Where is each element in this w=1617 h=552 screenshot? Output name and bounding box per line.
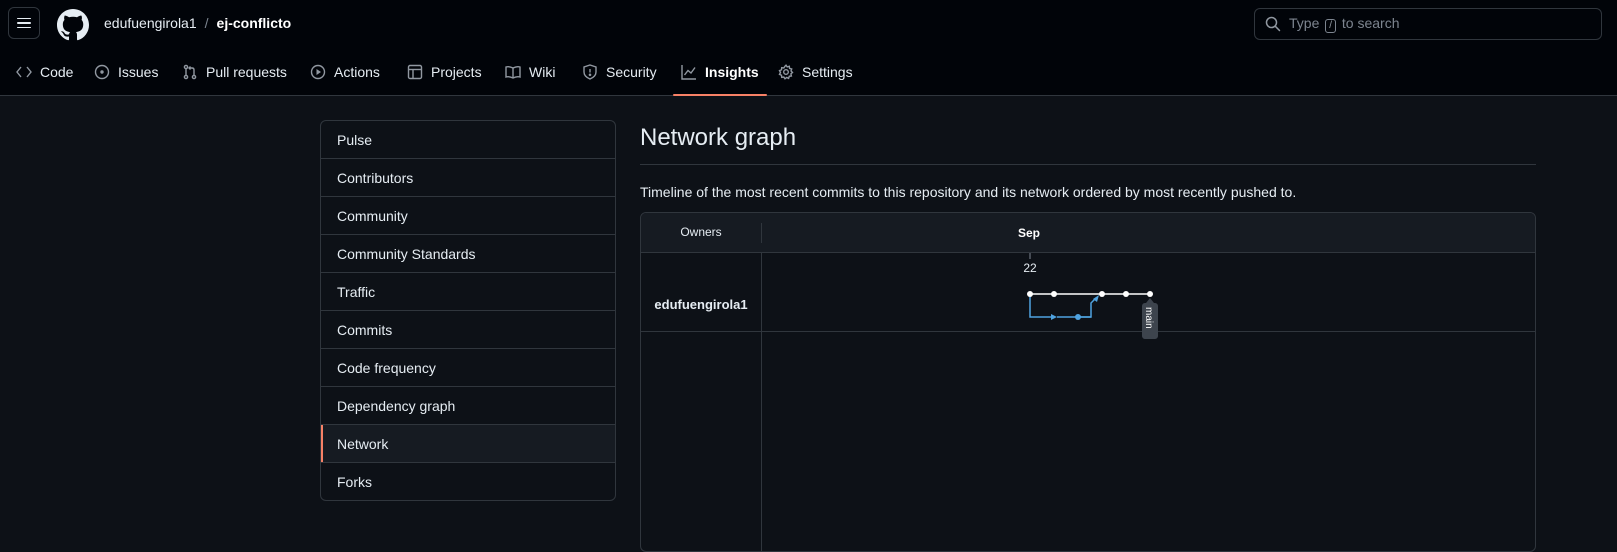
table-icon: [407, 64, 423, 79]
search-placeholder: Type / to search: [1289, 15, 1400, 33]
branch-label: main: [1143, 307, 1154, 329]
tab-projects[interactable]: Projects: [407, 48, 482, 95]
github-logo-icon[interactable]: [57, 9, 89, 41]
sidebar-item-forks[interactable]: Forks: [321, 463, 615, 500]
hamburger-icon-line: [17, 17, 31, 20]
title-divider: [640, 164, 1536, 165]
breadcrumb-separator: /: [204, 15, 209, 31]
issue-icon: [94, 64, 110, 79]
sidebar-item-community[interactable]: Community: [321, 197, 615, 235]
sidebar-item-network[interactable]: Network: [321, 425, 615, 463]
commit-dot[interactable]: [1051, 291, 1057, 297]
sidebar-item-community-standards[interactable]: Community Standards: [321, 235, 615, 273]
tab-label: Insights: [705, 63, 759, 80]
tab-label: Settings: [802, 63, 853, 80]
tab-settings[interactable]: Settings: [778, 48, 853, 95]
sidebar-item-contributors[interactable]: Contributors: [321, 159, 615, 197]
branch-label-pointer: [1146, 298, 1154, 303]
tab-label: Security: [606, 63, 657, 80]
sidebar-item-dependency-graph[interactable]: Dependency graph: [321, 387, 615, 425]
commit-dot[interactable]: [1123, 291, 1129, 297]
global-header: edufuengirola1 / ej-conflicto Type / to …: [0, 0, 1617, 48]
sidebar-item-commits[interactable]: Commits: [321, 311, 615, 349]
tab-security[interactable]: Security: [582, 48, 657, 95]
merge-line: [1078, 297, 1097, 318]
shield-icon: [583, 63, 597, 80]
repo-nav: Code Issues Pull requests Actions Projec…: [0, 48, 1617, 96]
hamburger-icon-line: [17, 22, 31, 24]
menu-button[interactable]: [8, 7, 40, 39]
search-input[interactable]: Type / to search: [1254, 8, 1602, 40]
tab-issues[interactable]: Issues: [94, 48, 158, 95]
branch-arrow: [1051, 314, 1057, 320]
play-icon: [310, 64, 326, 79]
tab-label: Issues: [118, 63, 159, 80]
book-icon: [505, 65, 521, 79]
page-title: Network graph: [640, 124, 797, 151]
tab-wiki[interactable]: Wiki: [505, 48, 555, 95]
search-icon: [1265, 16, 1281, 32]
commit-dot[interactable]: [1075, 314, 1081, 320]
search-shortcut-key: /: [1325, 19, 1337, 33]
network-graph[interactable]: Owners Sep edufuengirola1 22 main: [640, 212, 1536, 552]
page-description: Timeline of the most recent commits to t…: [640, 184, 1297, 200]
tab-actions[interactable]: Actions: [310, 48, 380, 95]
sidebar-item-traffic[interactable]: Traffic: [321, 273, 615, 311]
pull-request-icon: [183, 64, 197, 79]
tab-label: Wiki: [529, 63, 556, 80]
tab-label: Code: [40, 63, 74, 80]
tab-label: Projects: [431, 63, 482, 80]
commit-dot[interactable]: [1147, 291, 1153, 297]
commit-dot[interactable]: [1027, 291, 1033, 297]
graph-icon: [681, 64, 696, 80]
repo-owner-link[interactable]: edufuengirola1: [104, 15, 197, 31]
commit-dot[interactable]: [1099, 291, 1105, 297]
tab-pull-requests[interactable]: Pull requests: [182, 48, 287, 95]
day-label: 22: [1023, 261, 1037, 275]
tab-label: Actions: [334, 63, 380, 80]
tab-code[interactable]: Code: [16, 48, 73, 95]
insights-sidebar-menu: Pulse Contributors Community Community S…: [320, 120, 616, 501]
code-icon: [16, 66, 32, 77]
hamburger-icon-line: [17, 26, 31, 29]
sidebar-item-code-frequency[interactable]: Code frequency: [321, 349, 615, 387]
search-placeholder-post: to search: [1341, 15, 1400, 31]
sidebar-item-pulse[interactable]: Pulse: [321, 121, 615, 159]
search-placeholder-pre: Type: [1289, 15, 1320, 31]
breadcrumb: edufuengirola1 / ej-conflicto: [104, 15, 291, 31]
repo-name-link[interactable]: ej-conflicto: [217, 15, 292, 31]
tab-label: Pull requests: [206, 63, 287, 80]
gear-icon: [778, 63, 794, 80]
branch-line: [1029, 294, 1053, 318]
network-graph-canvas: 22 main: [1023, 253, 1158, 339]
tab-insights[interactable]: Insights: [673, 48, 767, 96]
